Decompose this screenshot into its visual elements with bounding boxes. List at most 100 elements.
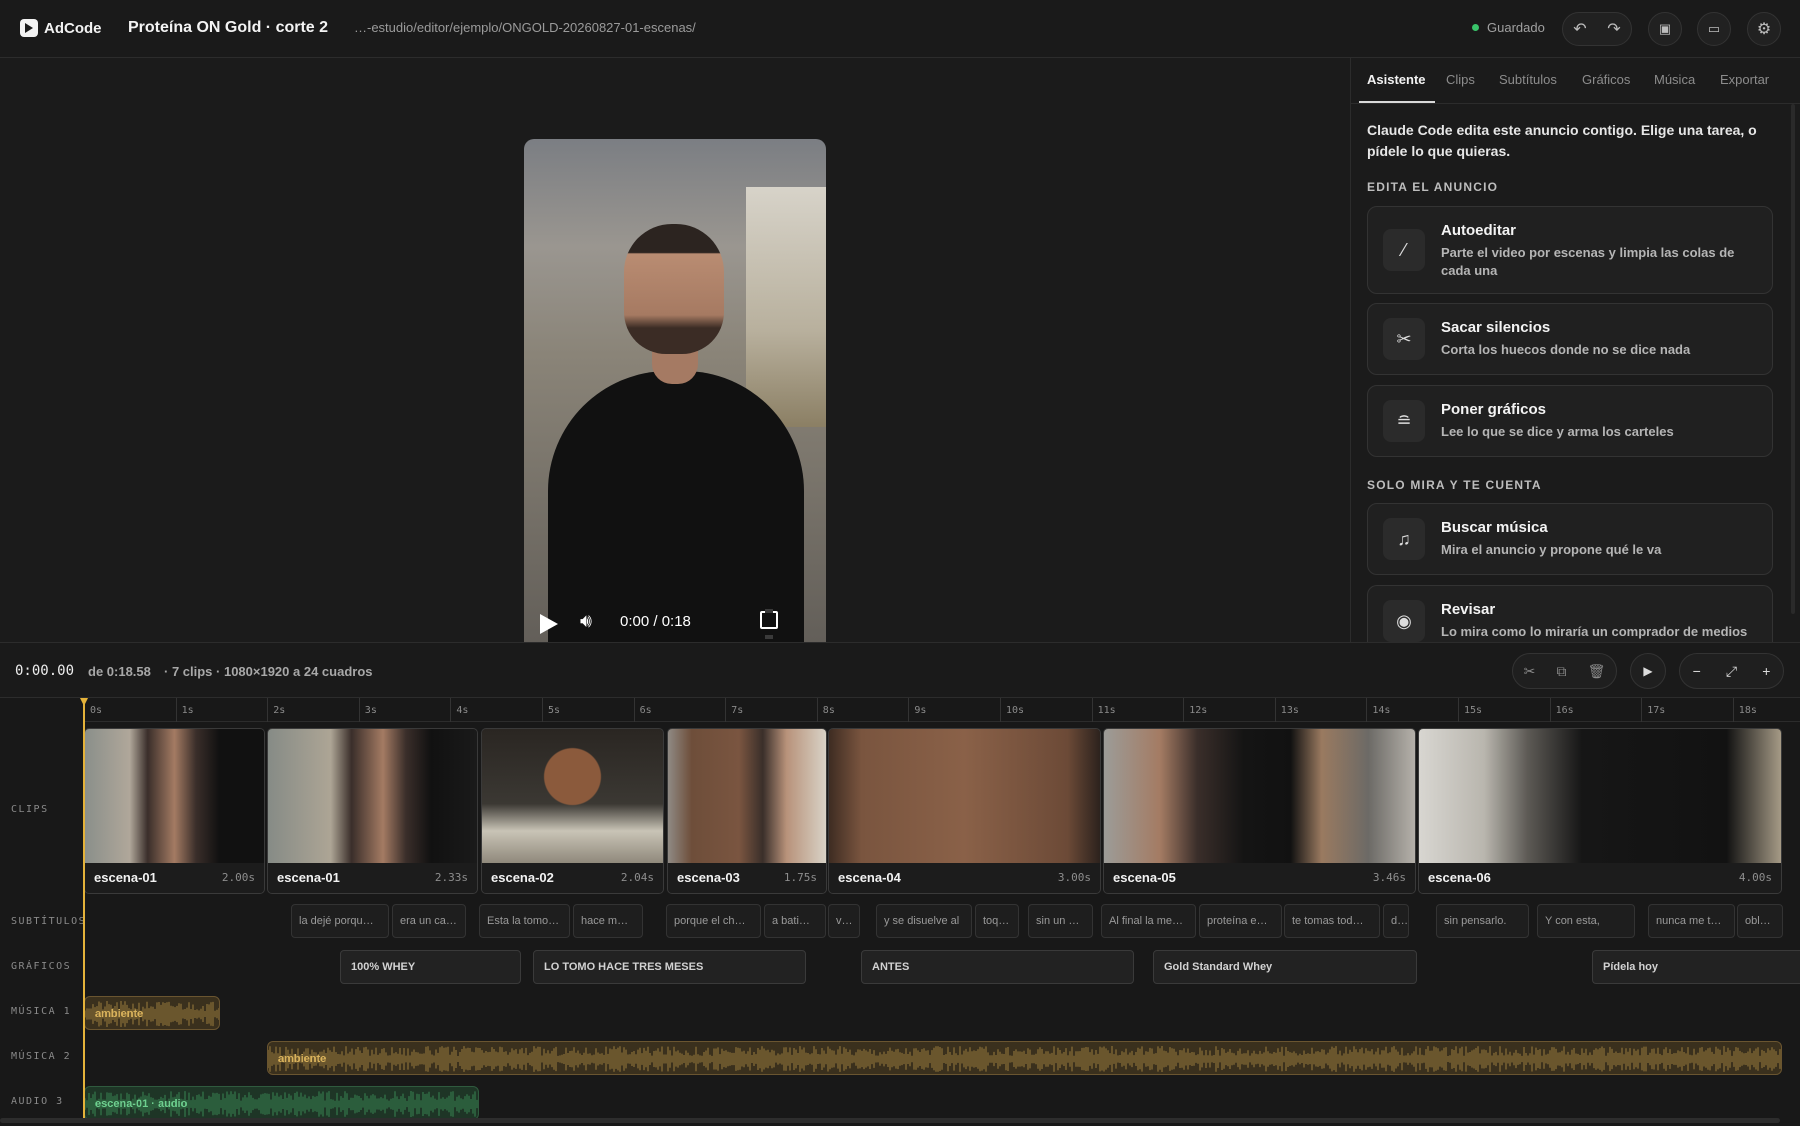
ruler-tick: 11s bbox=[1091, 698, 1116, 722]
save-button[interactable]: ▣ bbox=[1648, 12, 1682, 46]
video-frame-head bbox=[624, 224, 724, 354]
clip-duration: 3.46s bbox=[1372, 871, 1406, 884]
zoom-group: − ⤢ + bbox=[1679, 653, 1784, 689]
ruler-tick: 10s bbox=[1000, 698, 1024, 722]
ruler-tick: 1s bbox=[175, 698, 194, 722]
task-card-sacar-silencios[interactable]: ✂ Sacar silencios Corta los huecos donde… bbox=[1367, 303, 1773, 375]
subtitle-block[interactable]: porque el ch… bbox=[666, 904, 761, 938]
scissors-icon[interactable]: ✂ bbox=[1524, 663, 1536, 680]
subtitle-block[interactable]: Esta la tomo… bbox=[479, 904, 570, 938]
play-icon[interactable] bbox=[540, 614, 558, 634]
trash-icon[interactable]: 🗑︎ bbox=[1588, 663, 1606, 680]
task-title: Autoeditar bbox=[1441, 222, 1516, 239]
tab-musica[interactable]: Música bbox=[1654, 72, 1695, 87]
task-title: Buscar música bbox=[1441, 519, 1548, 536]
clip-thumbnail bbox=[1104, 729, 1415, 865]
track-label-music2: MÚSICA 2 bbox=[11, 1051, 72, 1062]
save-icon: ▣ bbox=[1658, 21, 1672, 36]
task-card-buscar-musica[interactable]: ♫ Buscar música Mira el anuncio y propon… bbox=[1367, 503, 1773, 575]
task-desc: Lee lo que se dice y arma los carteles bbox=[1441, 424, 1674, 439]
subtitle-block[interactable]: d… bbox=[1383, 904, 1409, 938]
tab-graficos[interactable]: Gráficos bbox=[1582, 72, 1630, 87]
panel-scrollbar[interactable] bbox=[1791, 104, 1795, 614]
playhead[interactable] bbox=[80, 698, 88, 1118]
subtitle-block[interactable]: la dejé porqu… bbox=[291, 904, 389, 938]
task-title: Revisar bbox=[1441, 601, 1496, 618]
video-player[interactable]: 🔊︎ 0:00 / 0:18 bbox=[524, 139, 826, 678]
subtitle-block[interactable]: te tomas tod… bbox=[1284, 904, 1380, 938]
app-logo[interactable]: AdCode bbox=[20, 19, 102, 37]
settings-button[interactable]: ⚙ bbox=[1747, 12, 1781, 46]
timeline-clip[interactable]: escena-05 3.46s bbox=[1103, 728, 1416, 894]
timeline-clip[interactable]: escena-01 2.33s bbox=[267, 728, 478, 894]
subtitle-block[interactable]: a bati… bbox=[764, 904, 826, 938]
clip-thumbnail bbox=[482, 729, 663, 865]
clip-duration: 1.75s bbox=[783, 871, 817, 884]
music-clip-1[interactable]: ambiente bbox=[84, 996, 220, 1030]
ruler-tick: 9s bbox=[908, 698, 926, 722]
graphic-block[interactable]: Pídela hoy bbox=[1592, 950, 1800, 984]
subtitle-block[interactable]: Y con esta, bbox=[1537, 904, 1635, 938]
video-preview-area: 🔊︎ 0:00 / 0:18 bbox=[0, 58, 1350, 678]
undo-icon[interactable]: ↶ bbox=[1573, 19, 1586, 39]
subtitle-block[interactable]: obl… bbox=[1737, 904, 1783, 938]
magic-wand-icon: ⁄ bbox=[1383, 229, 1425, 271]
music-clip-2[interactable]: ambiente bbox=[267, 1041, 1782, 1075]
fit-icon[interactable]: ⤢ bbox=[1726, 663, 1737, 680]
graphic-block[interactable]: LO TOMO HACE TRES MESES bbox=[533, 950, 806, 984]
graphic-block[interactable]: 100% WHEY bbox=[340, 950, 521, 984]
task-card-revisar[interactable]: ◉ Revisar Lo mira como lo miraría un com… bbox=[1367, 585, 1773, 643]
timeline-play-button[interactable]: ▶ bbox=[1630, 653, 1666, 689]
subtitle-block[interactable]: hace m… bbox=[573, 904, 643, 938]
subtitle-block[interactable]: sin un g… bbox=[1028, 904, 1093, 938]
timeline-clip[interactable]: escena-01 2.00s bbox=[84, 728, 265, 894]
zoom-in-icon[interactable]: + bbox=[1762, 663, 1770, 679]
tab-subtitulos[interactable]: Subtítulos bbox=[1499, 72, 1557, 87]
subtitle-block[interactable]: v… bbox=[828, 904, 860, 938]
subtitle-block[interactable]: era un ca… bbox=[392, 904, 466, 938]
timeline-meta: · 7 clips · 1080×1920 a 24 cuadros bbox=[164, 664, 373, 679]
subtitle-block[interactable]: toq… bbox=[975, 904, 1019, 938]
clip-name: escena-03 bbox=[677, 870, 740, 885]
track-label-audio3: AUDIO 3 bbox=[11, 1096, 64, 1107]
subtitle-block[interactable]: Al final la me… bbox=[1101, 904, 1196, 938]
section-watch-label: SOLO MIRA Y TE CUENTA bbox=[1367, 478, 1542, 492]
redo-icon[interactable]: ↷ bbox=[1607, 19, 1620, 39]
task-title: Poner gráficos bbox=[1441, 401, 1547, 418]
ruler-tick: 16s bbox=[1549, 698, 1574, 722]
task-card-poner-graficos[interactable]: ≘ Poner gráficos Lee lo que se dice y ar… bbox=[1367, 385, 1773, 457]
ruler-tick: 18s bbox=[1732, 698, 1757, 722]
subtitle-block[interactable]: y se disuelve al bbox=[876, 904, 972, 938]
scissors-icon: ✂ bbox=[1383, 318, 1425, 360]
ruler-tick: 15s bbox=[1458, 698, 1482, 722]
timeline-clip[interactable]: escena-03 1.75s bbox=[667, 728, 827, 894]
open-folder-button[interactable]: ▭ bbox=[1697, 12, 1731, 46]
task-card-autoeditar[interactable]: ⁄ Autoeditar Parte el video por escenas … bbox=[1367, 206, 1773, 294]
timeline-clip[interactable]: escena-06 4.00s bbox=[1418, 728, 1782, 894]
subtitle-block[interactable]: nunca me t… bbox=[1648, 904, 1735, 938]
section-edit-label: EDITA EL ANUNCIO bbox=[1367, 180, 1499, 194]
assistant-panel: Asistente Clips Subtítulos Gráficos Músi… bbox=[1350, 58, 1800, 643]
subtitle-block[interactable]: sin pensarlo. bbox=[1436, 904, 1529, 938]
copy-icon[interactable]: ⧉ bbox=[1556, 663, 1566, 680]
graphic-block[interactable]: ANTES bbox=[861, 950, 1134, 984]
player-time: 0:00 / 0:18 bbox=[620, 613, 691, 630]
save-status: Guardado bbox=[1472, 20, 1545, 35]
fullscreen-icon[interactable] bbox=[760, 609, 778, 639]
ruler-tick: 6s bbox=[633, 698, 652, 722]
project-title[interactable]: Proteína ON Gold · corte 2 bbox=[128, 19, 328, 37]
time-ruler[interactable]: 0s 1s 2s 3s 4s 5s 6s 7s 8s 9s 10s 11s 12s 13s 14s 15s 16… bbox=[84, 698, 1800, 722]
ruler-tick: 2s bbox=[267, 698, 285, 722]
tab-exportar[interactable]: Exportar bbox=[1720, 72, 1769, 87]
subtitle-block[interactable]: proteína e… bbox=[1199, 904, 1282, 938]
audio-clip-3[interactable]: escena-01 · audio bbox=[84, 1086, 479, 1120]
timeline-clip[interactable]: escena-04 3.00s bbox=[828, 728, 1101, 894]
tab-clips[interactable]: Clips bbox=[1446, 72, 1475, 87]
timeline-clip[interactable]: escena-02 2.04s bbox=[481, 728, 664, 894]
volume-icon[interactable]: 🔊︎ bbox=[580, 611, 592, 633]
timeline-scrollbar[interactable] bbox=[0, 1118, 1780, 1123]
clip-name: escena-01 bbox=[277, 870, 340, 885]
zoom-out-icon[interactable]: − bbox=[1693, 663, 1701, 679]
graphic-block[interactable]: Gold Standard Whey bbox=[1153, 950, 1417, 984]
tab-asistente[interactable]: Asistente bbox=[1367, 72, 1426, 87]
